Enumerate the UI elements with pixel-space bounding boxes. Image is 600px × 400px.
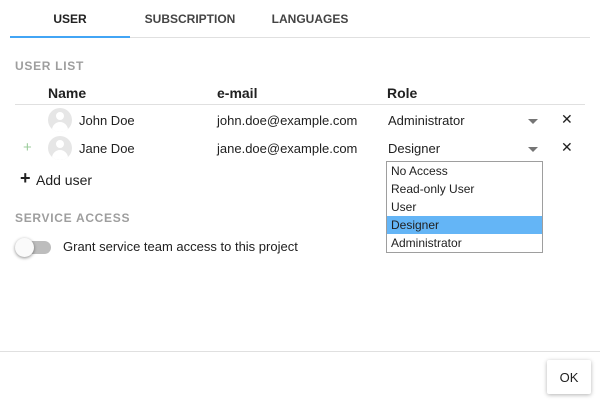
ok-button[interactable]: OK bbox=[547, 360, 591, 394]
user-email: jane.doe@example.com bbox=[217, 141, 358, 156]
service-access-label: Grant service team access to this projec… bbox=[63, 239, 298, 254]
role-select-value: Administrator bbox=[388, 113, 465, 128]
column-header-name: Name bbox=[48, 85, 87, 101]
role-option-read-only-user[interactable]: Read-only User bbox=[387, 180, 542, 198]
avatar-body bbox=[52, 150, 68, 160]
user-row: + Jane Doe jane.doe@example.com Designer… bbox=[15, 134, 585, 162]
column-header-email: e-mail bbox=[217, 85, 258, 101]
close-icon[interactable]: ✕ bbox=[561, 139, 573, 156]
close-icon[interactable]: ✕ bbox=[561, 111, 573, 128]
user-name: John Doe bbox=[79, 113, 135, 128]
toggle-knob bbox=[15, 238, 34, 257]
service-access-toggle[interactable] bbox=[15, 238, 55, 257]
tab-subscription[interactable]: SUBSCRIPTION bbox=[130, 0, 250, 38]
role-select[interactable]: Administrator bbox=[386, 109, 542, 131]
avatar-head bbox=[56, 140, 64, 148]
avatar-body bbox=[52, 122, 68, 132]
role-select-value: Designer bbox=[388, 141, 441, 156]
role-option-administrator[interactable]: Administrator bbox=[387, 234, 542, 252]
plus-icon: + bbox=[20, 168, 31, 188]
role-dropdown: No Access Read-only User User Designer A… bbox=[386, 161, 543, 253]
tab-languages[interactable]: LANGUAGES bbox=[260, 0, 360, 38]
role-option-user[interactable]: User bbox=[387, 198, 542, 216]
caret-down-icon bbox=[528, 147, 538, 152]
user-name: Jane Doe bbox=[79, 141, 135, 156]
role-select[interactable]: Designer bbox=[386, 137, 542, 159]
footer-divider bbox=[0, 351, 600, 352]
role-option-no-access[interactable]: No Access bbox=[387, 162, 542, 180]
plus-icon: + bbox=[23, 139, 32, 156]
avatar bbox=[48, 108, 72, 132]
tab-user[interactable]: USER bbox=[10, 0, 130, 38]
avatar-head bbox=[56, 112, 64, 120]
user-list-title: USER LIST bbox=[15, 59, 84, 73]
user-table-header: Name e-mail Role bbox=[15, 84, 585, 105]
user-row: John Doe john.doe@example.com Administra… bbox=[15, 106, 585, 134]
role-option-designer[interactable]: Designer bbox=[387, 216, 542, 234]
caret-down-icon bbox=[528, 119, 538, 124]
avatar bbox=[48, 136, 72, 160]
add-user-label: Add user bbox=[36, 172, 93, 188]
service-access-title: SERVICE ACCESS bbox=[15, 211, 131, 225]
user-email: john.doe@example.com bbox=[217, 113, 358, 128]
tab-bar: USER SUBSCRIPTION LANGUAGES bbox=[10, 0, 590, 38]
column-header-role: Role bbox=[387, 85, 418, 101]
